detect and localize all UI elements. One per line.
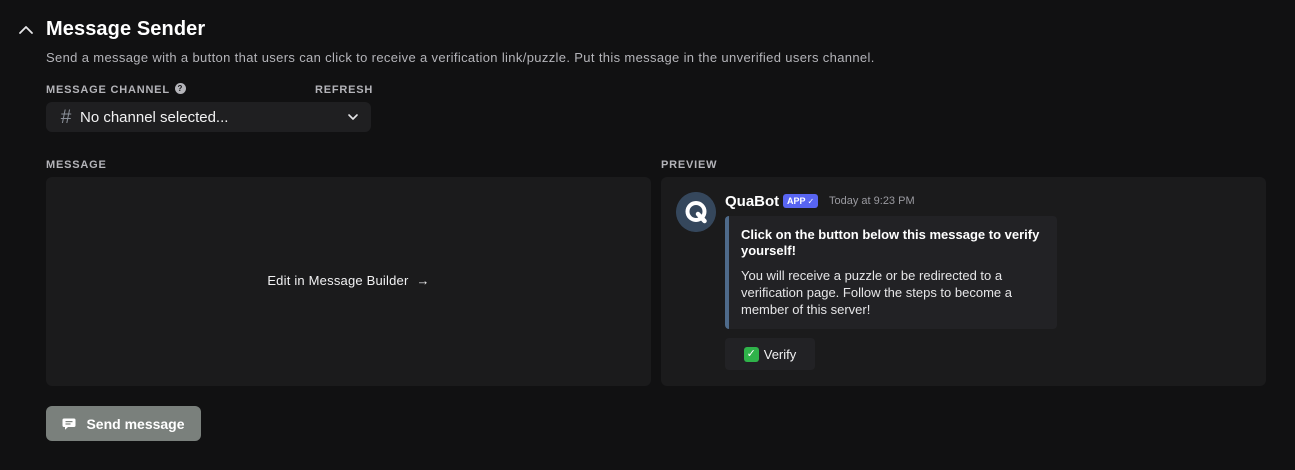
message-channel-label: MESSAGE CHANNEL ? [46,82,186,96]
message-label: MESSAGE [46,159,107,171]
message-channel-label-text: MESSAGE CHANNEL [46,84,170,96]
app-badge: APP ✓ [783,194,819,208]
edit-link-label: Edit in Message Builder [267,273,409,288]
edit-in-message-builder-link[interactable]: Edit in Message Builder → [46,273,651,288]
check-mark-icon: ✓ [743,346,759,362]
verify-button[interactable]: ✓ Verify [725,338,815,370]
arrow-right-icon: → [416,273,430,288]
embed-card: Click on the button below this message t… [725,216,1057,329]
embed-title: Click on the button below this message t… [741,227,1040,258]
verified-check-icon: ✓ [807,196,815,206]
embed-description: You will receive a puzzle or be redirect… [741,268,1012,317]
channel-select-value: No channel selected... [80,108,229,126]
send-message-button[interactable]: Send message [46,406,201,441]
hash-icon: # [60,106,72,128]
preview-label: PREVIEW [661,159,718,171]
chevron-up-icon[interactable] [17,21,35,39]
question-circle-icon[interactable]: ? [174,82,186,94]
verify-button-label: Verify [763,346,797,362]
bot-avatar[interactable] [676,192,716,232]
send-message-label: Send message [86,415,185,432]
page-description: Send a message with a button that users … [46,50,875,65]
message-timestamp: Today at 9:23 PM [829,195,915,207]
bot-name[interactable]: QuaBot [725,193,779,210]
chevron-down-icon [348,114,358,120]
preview-panel: QuaBot APP ✓ Today at 9:23 PM Click on t… [661,177,1266,386]
page-title: Message Sender [46,18,206,40]
refresh-button[interactable]: REFRESH [315,84,373,96]
message-panel: Edit in Message Builder → [46,177,651,386]
channel-select[interactable]: # No channel selected... [46,102,371,132]
chat-bubble-icon [62,418,76,430]
app-badge-label: APP [787,196,806,206]
